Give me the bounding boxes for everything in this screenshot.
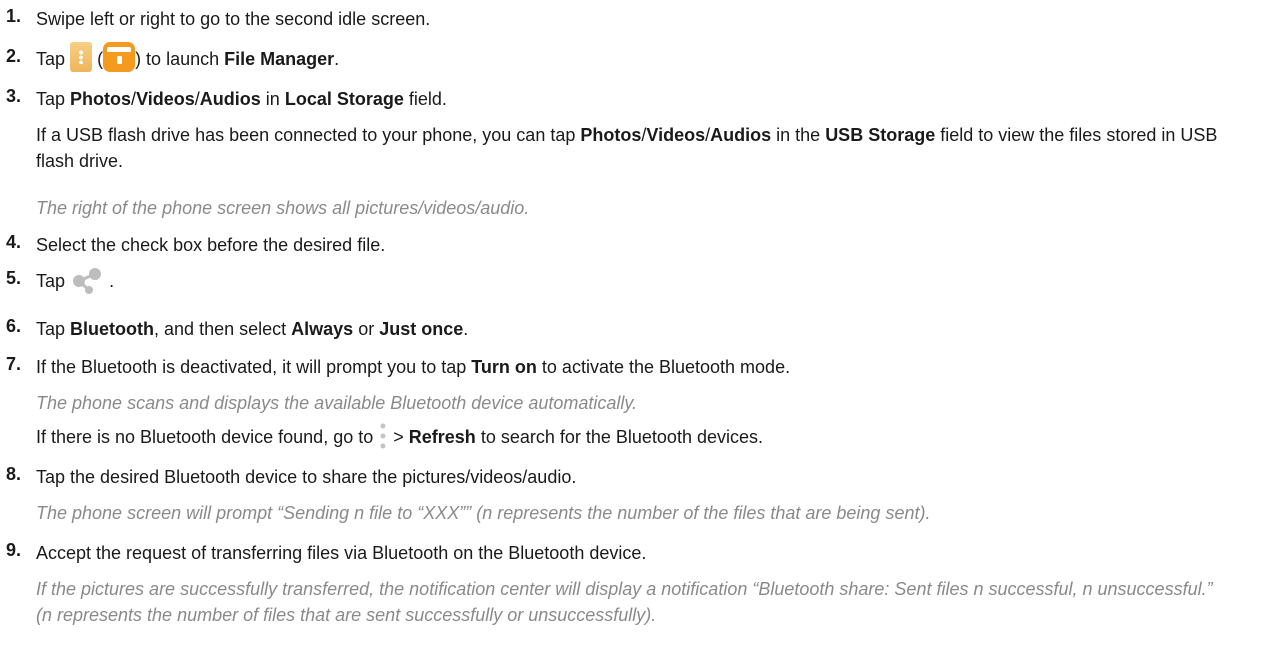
- step-number: 9.: [6, 540, 22, 560]
- step-number: 3.: [6, 86, 22, 106]
- step-number: 4.: [6, 232, 22, 252]
- more-options-icon: [378, 422, 388, 450]
- step-detail-text: If a USB flash drive has been connected …: [36, 125, 1218, 171]
- result-note: The phone scans and displays the availab…: [36, 393, 638, 413]
- step-detail-text: If there is no Bluetooth device found, g…: [36, 422, 763, 450]
- step-number: 8.: [6, 464, 22, 484]
- file-manager-icon: [103, 42, 136, 73]
- step-text: Tap Photos/Videos/Audios in Local Storag…: [36, 89, 447, 109]
- result-note: The phone screen will prompt “Sending n …: [36, 503, 931, 523]
- step-number: 1.: [6, 6, 22, 26]
- step-text: If the Bluetooth is deactivated, it will…: [36, 357, 791, 377]
- step-text: Tap () to launch File Manager.: [36, 42, 339, 73]
- result-note: If the pictures are successfully transfe…: [36, 579, 1213, 625]
- step-text: Swipe left or right to go to the second …: [36, 9, 431, 29]
- step-number: 2.: [6, 46, 22, 66]
- step-number: 5.: [6, 268, 22, 288]
- step-text: Tap .: [36, 266, 114, 295]
- step-number: 6.: [6, 316, 22, 336]
- step-text: Tap the desired Bluetooth device to shar…: [36, 467, 577, 487]
- step-text: Tap Bluetooth, and then select Always or…: [36, 319, 469, 339]
- share-icon: [70, 266, 104, 295]
- step-number: 7.: [6, 354, 22, 374]
- app-name: File Manager: [224, 49, 335, 69]
- menu-more-icon: [70, 42, 93, 73]
- step-text: Select the check box before the desired …: [36, 235, 386, 255]
- result-note: The right of the phone screen shows all …: [36, 198, 530, 218]
- step-text: Accept the request of transferring files…: [36, 543, 647, 563]
